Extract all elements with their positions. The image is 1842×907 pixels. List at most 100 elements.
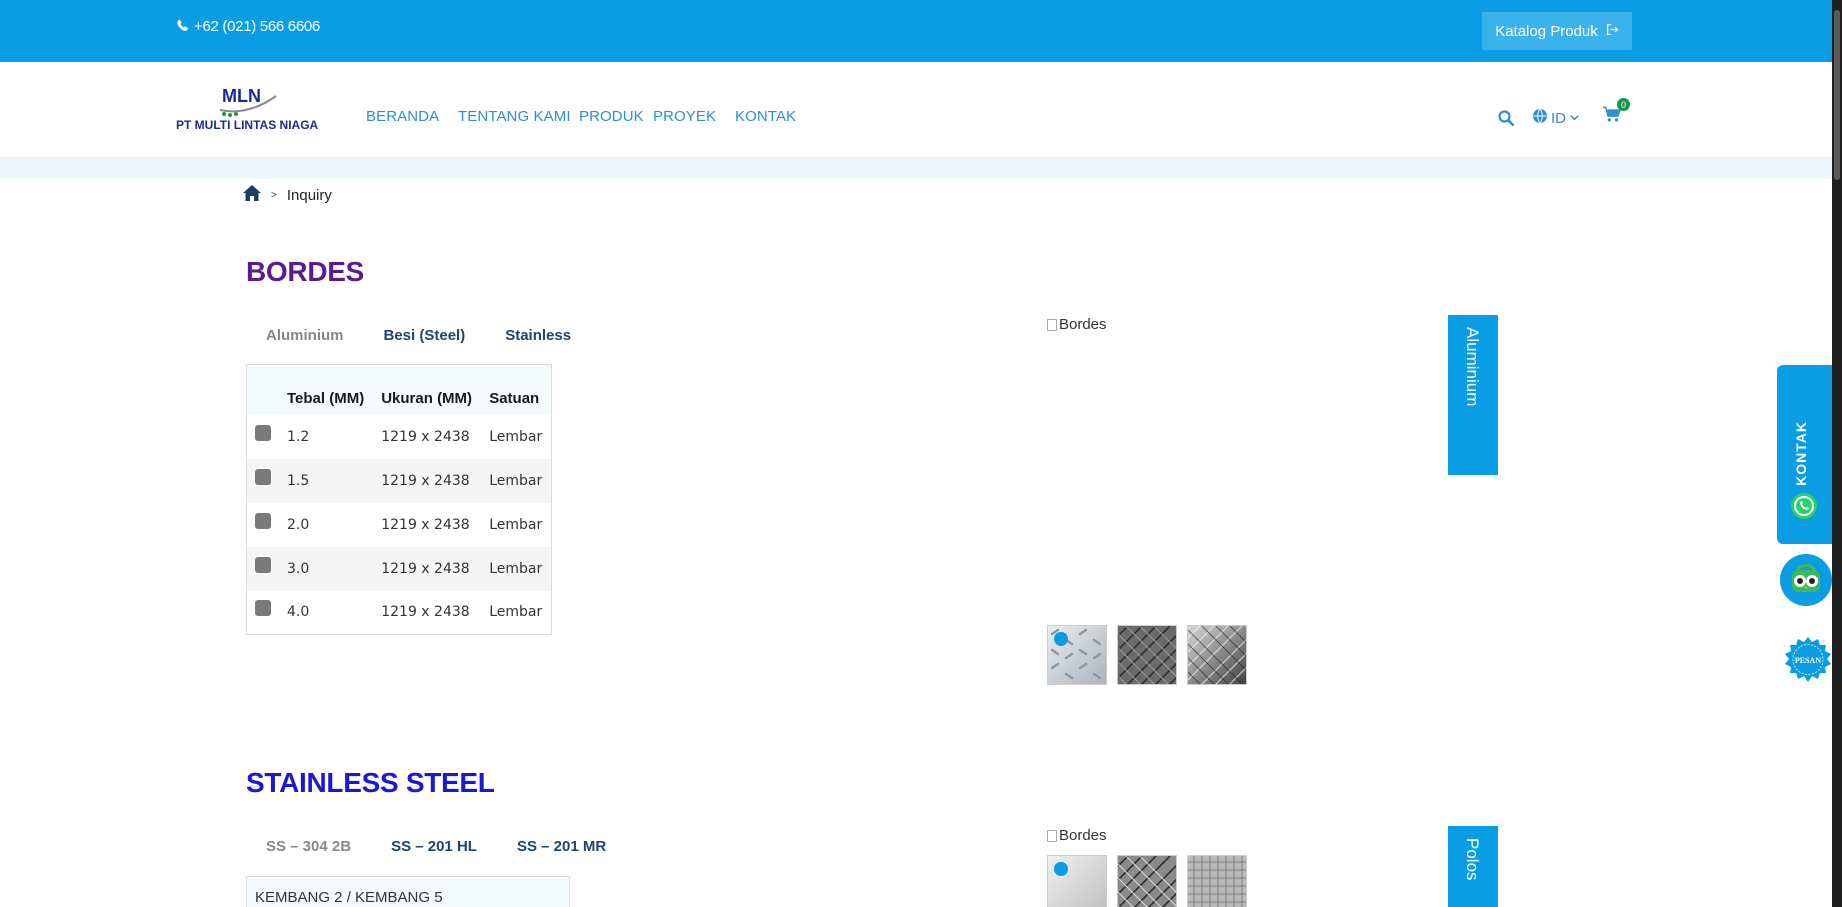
catalog-button[interactable]: Katalog Produk xyxy=(1482,12,1632,50)
cell-tebal: 1.2 xyxy=(287,428,310,445)
language-selector[interactable]: ID xyxy=(1532,108,1580,128)
nav-kontak[interactable]: KONTAK xyxy=(735,108,796,125)
table-row: 3.0 1219 x 2438 Lembar xyxy=(246,546,552,591)
table-header-row: Tebal (MM) Ukuran (MM) Satuan xyxy=(246,364,552,415)
cell-satuan: Lembar xyxy=(489,516,543,533)
selected-thumbnail-indicator xyxy=(1054,862,1068,876)
table-row: 2.0 1219 x 2438 Lembar xyxy=(247,503,552,547)
phone-number: +62 (021) 566 6606 xyxy=(194,18,320,35)
order-badge-button[interactable]: PESAN xyxy=(1784,636,1832,684)
section-title-bordes: BORDES xyxy=(246,256,364,287)
breadcrumb: > Inquiry xyxy=(243,185,332,205)
column-header-ukuran: Ukuran (MM) xyxy=(373,364,482,415)
tab-ss-201-hl[interactable]: SS – 201 HL xyxy=(391,838,477,855)
nav-produk[interactable]: PRODUK xyxy=(579,108,644,125)
table-row: 1.2 1219 x 2438 Lembar xyxy=(247,415,552,459)
svg-text:PESAN: PESAN xyxy=(1795,656,1821,665)
stainless-grade-tabs: SS – 304 2B SS – 201 HL SS – 201 MR xyxy=(266,838,646,855)
broken-image-icon xyxy=(1047,318,1057,331)
thumbnail-steel[interactable] xyxy=(1117,625,1177,685)
thumbnail-mirror[interactable] xyxy=(1187,855,1247,907)
whatsapp-icon xyxy=(1791,493,1817,519)
page: +62 (021) 566 6606 Katalog Produk MLN PT… xyxy=(0,0,1842,907)
row-checkbox[interactable] xyxy=(255,512,271,529)
selected-thumbnail-indicator xyxy=(1054,632,1068,646)
cell-ukuran: 1219 x 2438 xyxy=(373,546,482,591)
variant-side-label[interactable]: Aluminium xyxy=(1448,315,1498,475)
cart-count-badge: 0 xyxy=(1617,98,1630,111)
steel-plate-thumbnail xyxy=(1118,626,1176,684)
company-logo[interactable]: MLN PT MULTI LINTAS NIAGA xyxy=(176,84,321,134)
cell-tebal: 4.0 xyxy=(287,604,310,621)
row-checkbox[interactable] xyxy=(255,556,271,573)
main-navbar: MLN PT MULTI LINTAS NIAGA BERANDA TENTAN… xyxy=(0,62,1832,158)
tokopedia-icon[interactable] xyxy=(1780,554,1832,606)
variant-side-label-text: Aluminium xyxy=(1463,327,1482,407)
nav-tentang-kami[interactable]: TENTANG KAMI xyxy=(458,108,571,125)
cell-tebal: 2.0 xyxy=(287,516,310,533)
phone-contact[interactable]: +62 (021) 566 6606 xyxy=(177,18,320,35)
cart-button[interactable]: 0 xyxy=(1603,98,1630,126)
company-name: PT MULTI LINTAS NIAGA xyxy=(176,118,319,132)
top-bar: +62 (021) 566 6606 Katalog Produk xyxy=(0,0,1832,62)
row-checkbox[interactable] xyxy=(255,468,271,485)
table-row: 1.5 1219 x 2438 Lembar xyxy=(246,458,552,503)
section-title-stainless-steel: STAINLESS STEEL xyxy=(246,767,495,798)
column-header-tebal: Tebal (MM) xyxy=(279,364,374,415)
globe-icon xyxy=(1532,108,1548,128)
order-seal-badge: PESAN xyxy=(1785,637,1831,682)
catalog-button-label: Katalog Produk xyxy=(1495,22,1598,40)
variant-side-label-text: Polos xyxy=(1463,838,1482,881)
nav-beranda[interactable]: BERANDA xyxy=(366,108,439,125)
bordes-spec-table: Tebal (MM) Ukuran (MM) Satuan 1.2 1219 x… xyxy=(246,364,552,635)
thumbnail-polos[interactable] xyxy=(1047,855,1107,907)
header-band xyxy=(0,159,1832,179)
row-checkbox[interactable] xyxy=(255,600,271,617)
logo-mark: MLN xyxy=(219,86,277,117)
breadcrumb-separator: > xyxy=(271,189,277,201)
language-code: ID xyxy=(1551,109,1566,127)
cell-ukuran: 1219 x 2438 xyxy=(373,458,482,503)
stainless-spec-table: KEMBANG 2 / KEMBANG 5 xyxy=(246,876,570,907)
product-image-alt: Bordes xyxy=(1059,827,1107,844)
stainless-plate-thumbnail xyxy=(1188,626,1246,684)
svg-text:MLN: MLN xyxy=(222,86,261,106)
table-row: 4.0 1219 x 2438 Lembar xyxy=(247,591,552,635)
cell-ukuran: 1219 x 2438 xyxy=(381,516,470,533)
thumbnail-aluminium[interactable] xyxy=(1047,625,1107,685)
cell-satuan: Lembar xyxy=(489,604,543,621)
cell-satuan: Lembar xyxy=(481,546,552,591)
cell-tebal: 3.0 xyxy=(279,546,374,591)
sign-out-icon xyxy=(1606,23,1619,40)
thumbnail-hairline[interactable] xyxy=(1117,855,1177,907)
nav-proyek[interactable]: PROYEK xyxy=(653,108,716,125)
table-group-label: KEMBANG 2 / KEMBANG 5 xyxy=(255,889,443,906)
breadcrumb-current: Inquiry xyxy=(286,186,332,204)
variant-side-label[interactable]: Polos xyxy=(1448,826,1498,907)
select-column-header xyxy=(246,364,279,415)
home-icon[interactable] xyxy=(243,185,261,205)
cell-satuan: Lembar xyxy=(489,428,543,445)
tab-ss-201-mr[interactable]: SS – 201 MR xyxy=(517,838,606,855)
broken-image-icon xyxy=(1047,829,1057,842)
phone-icon xyxy=(177,18,189,35)
floating-contact-button[interactable]: KONTAK xyxy=(1777,365,1832,544)
tab-ss-304-2b[interactable]: SS – 304 2B xyxy=(266,838,351,855)
cell-tebal: 1.5 xyxy=(279,458,374,503)
search-icon[interactable] xyxy=(1498,110,1514,126)
cell-satuan: Lembar xyxy=(481,458,552,503)
column-header-satuan: Satuan xyxy=(481,364,552,415)
cell-ukuran: 1219 x 2438 xyxy=(381,428,470,445)
product-image-bordes: Bordes xyxy=(1047,316,1107,333)
tab-besi-steel[interactable]: Besi (Steel) xyxy=(384,327,466,344)
hairline-plate-thumbnail xyxy=(1118,856,1176,907)
tab-aluminium[interactable]: Aluminium xyxy=(266,327,344,344)
thumbnail-stainless[interactable] xyxy=(1187,625,1247,685)
cell-ukuran: 1219 x 2438 xyxy=(381,604,470,621)
product-image-alt: Bordes xyxy=(1059,316,1107,333)
floating-contact-label: KONTAK xyxy=(1793,421,1809,486)
row-checkbox[interactable] xyxy=(255,424,271,441)
chevron-down-icon xyxy=(1569,110,1580,127)
tab-stainless[interactable]: Stainless xyxy=(505,327,571,344)
scrollbar-thumb[interactable] xyxy=(1834,10,1840,180)
